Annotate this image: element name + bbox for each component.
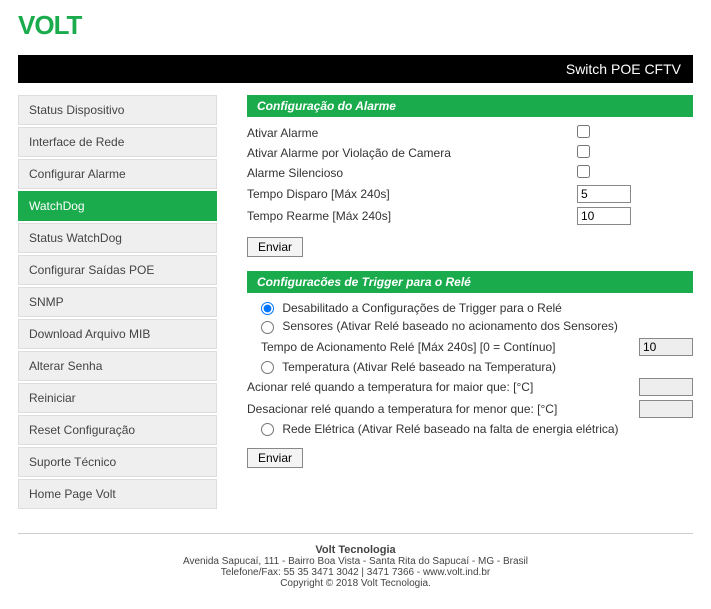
label-trigger-temperatura: Temperatura (Ativar Relé baseado na Temp… [282,360,556,374]
brand-logo: VOLT [18,10,81,41]
label-acionar-maior: Acionar relé quando a temperatura for ma… [247,380,639,394]
label-trigger-sensores: Sensores (Ativar Relé baseado no acionam… [282,319,618,333]
sidebar-item-configurar-alarme[interactable]: Configurar Alarme [18,159,217,189]
sidebar-item-reset-config[interactable]: Reset Configuração [18,415,217,445]
label-trigger-disabled: Desabilitado a Configurações de Trigger … [282,301,562,315]
input-tempo-disparo[interactable] [577,185,631,203]
label-ativar-alarme: Ativar Alarme [247,126,577,140]
sidebar-item-home-page-volt[interactable]: Home Page Volt [18,479,217,509]
sidebar-nav: Status Dispositivo Interface de Rede Con… [18,95,217,509]
checkbox-alarme-silencioso[interactable] [577,165,590,178]
footer-address: Avenida Sapucaí, 111 - Bairro Boa Vista … [18,556,693,567]
sidebar-item-interface-rede[interactable]: Interface de Rede [18,127,217,157]
sidebar-item-status-watchdog[interactable]: Status WatchDog [18,223,217,253]
footer-copyright: Copyright © 2018 Volt Tecnologia. [18,578,693,589]
sidebar-item-status-dispositivo[interactable]: Status Dispositivo [18,95,217,125]
radio-trigger-sensores[interactable] [261,321,274,334]
radio-trigger-rede[interactable] [261,423,274,436]
sidebar-item-watchdog[interactable]: WatchDog [18,191,217,221]
label-tempo-rearme: Tempo Rearme [Máx 240s] [247,209,577,223]
page-title: Switch POE CFTV [566,61,681,77]
sidebar-item-download-mib[interactable]: Download Arquivo MIB [18,319,217,349]
sidebar-item-suporte-tecnico[interactable]: Suporte Técnico [18,447,217,477]
radio-trigger-temperatura[interactable] [261,361,274,374]
trigger-submit-button[interactable]: Enviar [247,448,303,468]
label-trigger-rede: Rede Elétrica (Ativar Relé baseado na fa… [282,422,618,436]
sidebar-item-configurar-saidas-poe[interactable]: Configurar Saídas POE [18,255,217,285]
input-acionar-maior[interactable] [639,378,693,396]
radio-trigger-disabled[interactable] [261,302,274,315]
sidebar-item-reiniciar[interactable]: Reiniciar [18,383,217,413]
trigger-section-title: Configuracões de Trigger para o Relé [247,271,693,293]
main-content: Configuração do Alarme Ativar Alarme Ati… [217,95,693,509]
sidebar-item-snmp[interactable]: SNMP [18,287,217,317]
footer: Volt Tecnologia Avenida Sapucaí, 111 - B… [18,533,693,589]
checkbox-violacao-camera[interactable] [577,145,590,158]
footer-contact: Telefone/Fax: 55 35 3471 3042 | 3471 736… [18,567,693,578]
sidebar-item-alterar-senha[interactable]: Alterar Senha [18,351,217,381]
alarm-submit-button[interactable]: Enviar [247,237,303,257]
input-tempo-acionamento[interactable] [639,338,693,356]
footer-company: Volt Tecnologia [18,544,693,556]
page-title-bar: Switch POE CFTV [18,55,693,83]
label-desacionar-menor: Desacionar relé quando a temperatura for… [247,402,639,416]
label-alarme-silencioso: Alarme Silencioso [247,166,577,180]
checkbox-ativar-alarme[interactable] [577,125,590,138]
label-tempo-acionamento: Tempo de Acionamento Relé [Máx 240s] [0 … [247,340,639,354]
label-tempo-disparo: Tempo Disparo [Máx 240s] [247,187,577,201]
alarm-section-title: Configuração do Alarme [247,95,693,117]
input-desacionar-menor[interactable] [639,400,693,418]
label-violacao-camera: Ativar Alarme por Violação de Camera [247,146,577,160]
input-tempo-rearme[interactable] [577,207,631,225]
